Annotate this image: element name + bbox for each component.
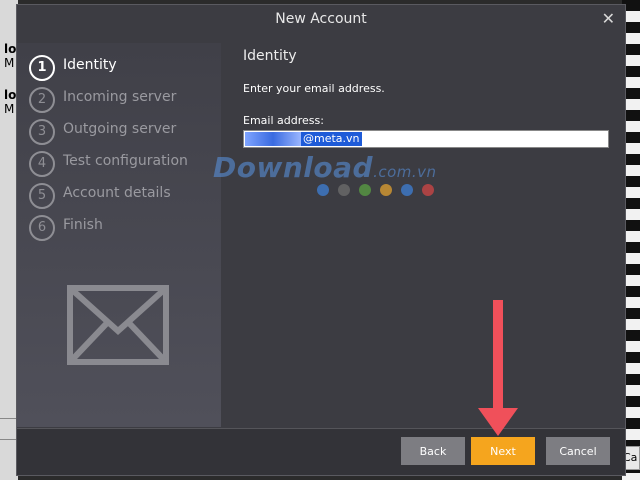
step-account-details: 5 Account details — [29, 183, 219, 209]
bg-fragment: lo — [4, 42, 17, 56]
watermark-dot — [401, 184, 413, 196]
new-account-dialog: New Account ✕ 1 Identity 2 Incoming serv… — [16, 4, 626, 476]
down-arrow-annotation — [478, 300, 518, 436]
bg-fragment: M — [4, 56, 15, 70]
step-number: 6 — [29, 215, 55, 241]
redacted-username — [245, 132, 301, 146]
step-incoming-server: 2 Incoming server — [29, 87, 219, 113]
step-label: Outgoing server — [63, 121, 177, 137]
step-number: 1 — [29, 55, 55, 81]
watermark-dots — [317, 181, 443, 200]
step-label: Test configuration — [63, 153, 188, 169]
step-test-configuration: 4 Test configuration — [29, 151, 219, 177]
step-number: 4 — [29, 151, 55, 177]
step-outgoing-server: 3 Outgoing server — [29, 119, 219, 145]
bg-fragment: M — [4, 102, 15, 116]
envelope-icon — [67, 285, 169, 365]
wizard-steps-sidebar: 1 Identity 2 Incoming server 3 Outgoing … — [17, 43, 221, 427]
step-number: 5 — [29, 183, 55, 209]
watermark-dot — [338, 184, 350, 196]
watermark-dot — [359, 184, 371, 196]
instruction-text: Enter your email address. — [243, 82, 385, 95]
watermark: Download.com.vn — [213, 151, 437, 184]
step-label: Incoming server — [63, 89, 177, 105]
step-label: Identity — [63, 57, 117, 73]
step-identity: 1 Identity — [29, 55, 219, 81]
bg-fragment: lo — [4, 88, 17, 102]
next-button[interactable]: Next — [471, 437, 535, 465]
step-finish: 6 Finish — [29, 215, 219, 241]
step-label: Finish — [63, 217, 103, 233]
watermark-brand: Download — [213, 151, 374, 184]
watermark-dot — [317, 184, 329, 196]
cancel-button[interactable]: Cancel — [546, 437, 610, 465]
watermark-dot — [380, 184, 392, 196]
watermark-suffix: .com.vn — [373, 163, 437, 181]
email-label: Email address: — [243, 114, 324, 127]
email-field[interactable]: @meta.vn — [243, 130, 609, 148]
back-button[interactable]: Back — [401, 437, 465, 465]
dialog-footer: Back Next Cancel — [17, 428, 625, 475]
panel-heading: Identity — [243, 48, 297, 64]
step-number: 3 — [29, 119, 55, 145]
watermark-dot — [422, 184, 434, 196]
email-field-value: @meta.vn — [301, 132, 362, 146]
step-number: 2 — [29, 87, 55, 113]
close-icon[interactable]: ✕ — [602, 7, 615, 31]
identity-panel: Identity Enter your email address. Email… — [243, 43, 615, 148]
step-label: Account details — [63, 185, 171, 201]
dialog-title: New Account — [275, 11, 367, 27]
dialog-titlebar: New Account ✕ — [17, 5, 625, 35]
